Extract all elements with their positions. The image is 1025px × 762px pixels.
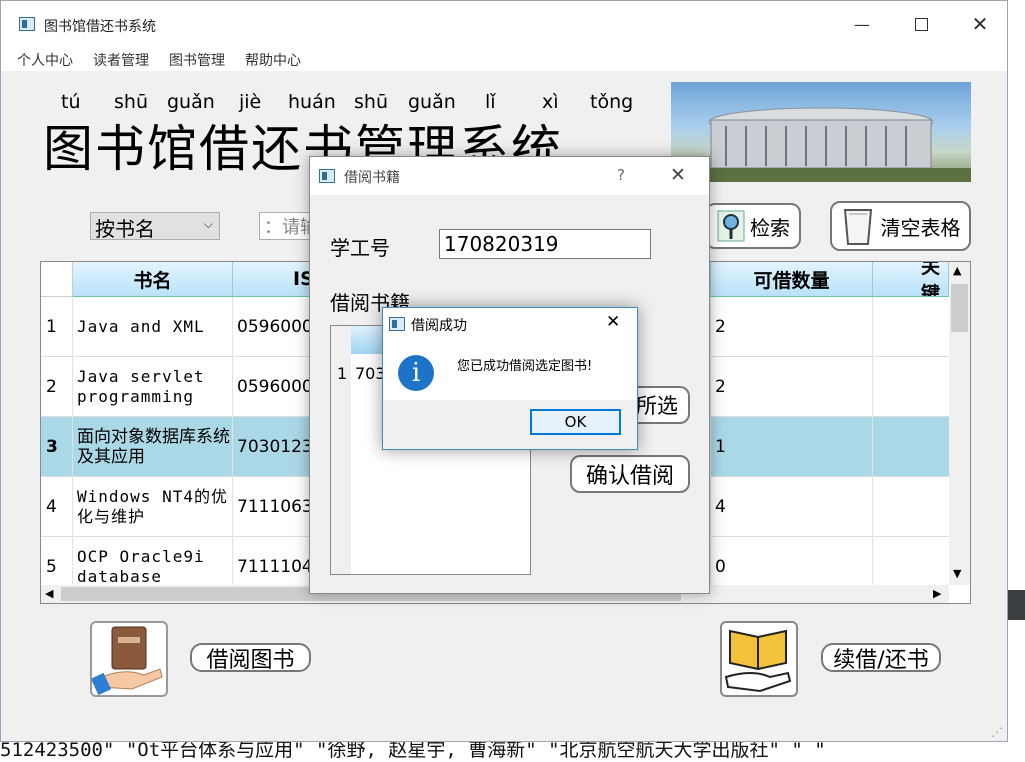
column-header-available[interactable]: 可借数量 bbox=[711, 262, 873, 297]
window-title: 图书馆借还书系统 bbox=[44, 19, 156, 35]
search-button-label: 检索 bbox=[750, 215, 790, 240]
search-mode-value: 按书名 bbox=[95, 217, 155, 241]
cell-title: Java servlet programming bbox=[73, 357, 233, 417]
cell-available: 1 bbox=[711, 417, 873, 477]
chevron-down-icon: ⌵ bbox=[203, 217, 213, 231]
cell-title: Windows NT4的优化与维护 bbox=[73, 477, 233, 537]
library-building-image bbox=[671, 82, 971, 182]
menu-books[interactable]: 图书管理 bbox=[169, 50, 225, 70]
cell-available: 2 bbox=[711, 357, 873, 417]
trash-icon bbox=[843, 209, 872, 245]
dialog-title: 借阅书籍 bbox=[344, 170, 400, 186]
column-header-keywords[interactable]: 关键 bbox=[873, 262, 949, 297]
resize-grip-icon[interactable]: ⋰ bbox=[991, 725, 1003, 739]
background-panel-right bbox=[1007, 590, 1025, 620]
info-icon: i bbox=[398, 355, 434, 391]
vertical-scrollbar[interactable]: ▲ ▼ bbox=[949, 262, 970, 585]
clear-table-button[interactable]: 清空表格 bbox=[830, 201, 971, 251]
search-mode-select[interactable]: 按书名 ⌵ bbox=[90, 212, 220, 241]
success-dialog: 借阅成功 ✕ i 您已成功借阅选定图书! OK bbox=[382, 307, 638, 450]
search-button[interactable]: 检索 bbox=[705, 203, 801, 249]
cell-title: 面向对象数据库系统及其应用 bbox=[73, 417, 233, 477]
pinyin-tong: tǒng bbox=[590, 91, 634, 113]
menu-bar: 个人中心 读者管理 图书管理 帮助中心 bbox=[1, 47, 1007, 71]
close-icon[interactable]: ✕ bbox=[957, 1, 1003, 47]
cell-available: 4 bbox=[711, 477, 873, 537]
row-number: 3 bbox=[41, 417, 73, 477]
borrow-row-number: 1 bbox=[337, 364, 348, 383]
title-bar: 图书馆借还书系统 — ✕ bbox=[1, 1, 1007, 47]
cell-available: 2 bbox=[711, 297, 873, 357]
row-number: 4 bbox=[41, 477, 73, 537]
success-message: 您已成功借阅选定图书! bbox=[457, 359, 593, 374]
renew-return-button[interactable]: 续借/还书 bbox=[821, 643, 941, 673]
menu-help[interactable]: 帮助中心 bbox=[245, 50, 301, 70]
confirm-borrow-button[interactable]: 确认借阅 bbox=[570, 455, 690, 493]
menu-readers[interactable]: 读者管理 bbox=[93, 50, 149, 70]
ok-button[interactable]: OK bbox=[530, 409, 621, 435]
return-book-icon[interactable] bbox=[720, 621, 798, 697]
help-icon[interactable]: ? bbox=[617, 166, 625, 184]
dialog-app-icon bbox=[319, 169, 335, 183]
borrow-book-button[interactable]: 借阅图书 bbox=[190, 643, 311, 673]
scroll-left-icon[interactable]: ◀ bbox=[45, 587, 53, 600]
success-close-icon[interactable]: ✕ bbox=[606, 312, 620, 332]
magnifier-icon bbox=[717, 210, 745, 242]
column-header-title[interactable]: 书名 bbox=[73, 262, 233, 297]
borrow-book-icon[interactable] bbox=[90, 621, 168, 697]
maximize-icon[interactable] bbox=[898, 1, 944, 47]
success-app-icon bbox=[389, 317, 405, 331]
app-icon bbox=[19, 17, 35, 31]
student-id-label: 学工号 bbox=[330, 236, 390, 260]
corner-header bbox=[41, 262, 73, 297]
row-number: 1 bbox=[41, 297, 73, 357]
clear-table-label: 清空表格 bbox=[880, 215, 961, 240]
student-id-input[interactable]: 170820319 bbox=[439, 229, 651, 259]
row-number: 2 bbox=[41, 357, 73, 417]
dialog-close-icon[interactable]: ✕ bbox=[670, 164, 686, 186]
borrow-row-value: 703 bbox=[355, 364, 386, 383]
cell-title: Java and XML bbox=[73, 297, 233, 357]
dialog-title-bar: 借阅书籍 ? ✕ bbox=[310, 157, 709, 195]
success-title: 借阅成功 bbox=[411, 318, 467, 334]
menu-personal[interactable]: 个人中心 bbox=[17, 50, 73, 70]
minimize-icon[interactable]: — bbox=[839, 1, 885, 47]
scroll-up-icon[interactable]: ▲ bbox=[953, 264, 961, 277]
vertical-scroll-thumb[interactable] bbox=[951, 284, 968, 332]
scroll-right-icon[interactable]: ▶ bbox=[933, 587, 941, 600]
scroll-down-icon[interactable]: ▼ bbox=[953, 567, 961, 580]
